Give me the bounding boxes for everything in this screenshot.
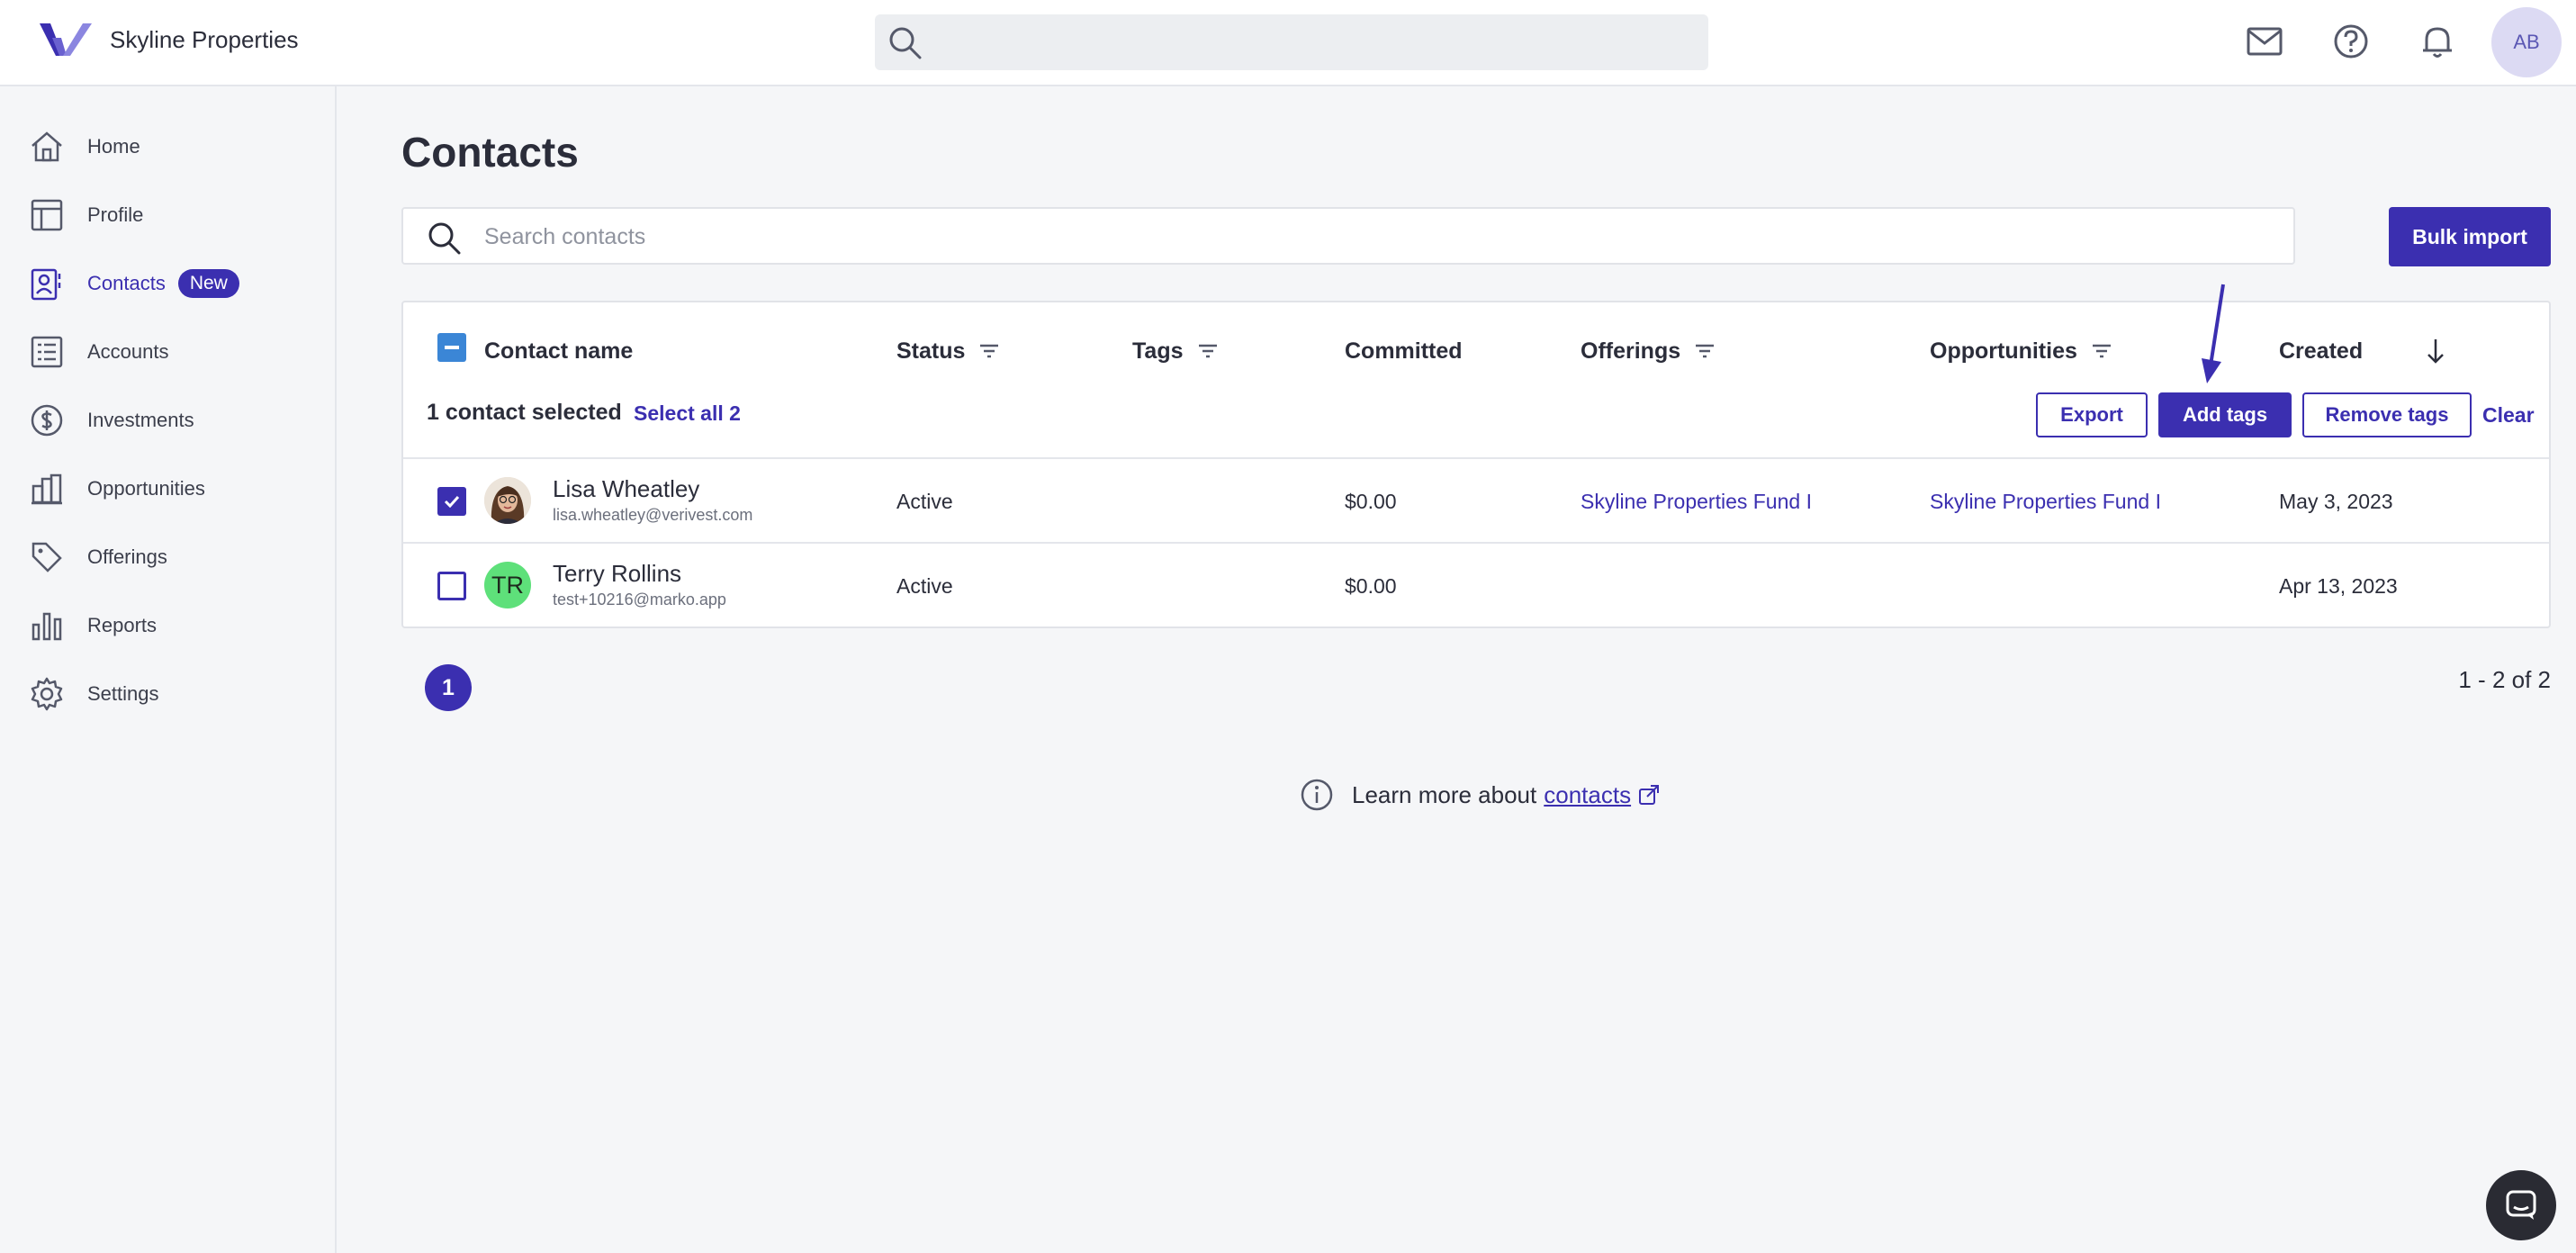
profile-icon [29, 197, 65, 233]
row-checkbox[interactable] [437, 572, 466, 600]
mail-icon[interactable] [2245, 22, 2284, 61]
sidebar-item-home[interactable]: Home [29, 124, 140, 169]
column-header-tags[interactable]: Tags [1132, 333, 1218, 369]
column-header-committed[interactable]: Committed [1345, 333, 1463, 369]
offering-link[interactable]: Skyline Properties Fund I [1581, 490, 1812, 514]
column-label: Contact name [484, 338, 634, 364]
sidebar-item-label: Offerings [87, 545, 167, 568]
chat-support-button[interactable] [2486, 1170, 2556, 1240]
learn-more-text: Learn more about [1352, 780, 1537, 808]
filter-icon[interactable] [1695, 343, 1715, 359]
external-link-icon[interactable] [1638, 784, 1660, 806]
user-avatar[interactable]: AB [2491, 7, 2562, 77]
sort-descending-icon[interactable] [2425, 337, 2446, 365]
sidebar-item-contacts[interactable]: Contacts New [29, 261, 239, 306]
brand-name: Skyline Properties [110, 25, 299, 53]
committed-cell: $0.00 [1345, 574, 1397, 598]
contact-name[interactable]: Lisa Wheatley [553, 475, 699, 503]
column-header-status[interactable]: Status [896, 333, 999, 369]
contacts-icon [29, 266, 65, 302]
help-icon[interactable] [2331, 22, 2371, 61]
table-row[interactable]: Lisa Wheatley lisa.wheatley@verivest.com… [403, 457, 2549, 542]
sidebar-item-label: Reports [87, 614, 158, 636]
sidebar-item-label: Profile [87, 203, 144, 226]
chat-icon [2505, 1189, 2537, 1221]
column-label: Opportunities [1930, 338, 2077, 364]
remove-tags-button[interactable]: Remove tags [2302, 392, 2472, 437]
table-row[interactable]: TR Terry Rollins test+10216@marko.app Ac… [403, 542, 2549, 626]
status-cell: Active [896, 490, 953, 513]
pagination-range: 1 - 2 of 2 [2458, 666, 2551, 693]
column-header-contact-name[interactable]: Contact name [484, 333, 633, 369]
page-title: Contacts [401, 129, 579, 176]
gear-icon [29, 676, 65, 712]
select-all-link[interactable]: Select all 2 [634, 401, 741, 426]
page-1-button[interactable]: 1 [425, 664, 472, 711]
new-badge: New [177, 269, 239, 298]
column-label: Committed [1345, 338, 1463, 364]
search-icon [427, 221, 463, 257]
tag-icon [29, 539, 65, 575]
select-all-checkbox[interactable] [437, 333, 466, 362]
contact-search-input[interactable] [482, 218, 2277, 256]
filter-icon[interactable] [979, 343, 999, 359]
sidebar-item-label: Contacts [87, 272, 166, 294]
sidebar-item-offerings[interactable]: Offerings [29, 535, 167, 580]
sidebar-item-label: Settings [87, 682, 159, 705]
filter-icon[interactable] [2092, 343, 2112, 359]
sidebar-item-opportunities[interactable]: Opportunities [29, 466, 205, 511]
status-cell: Active [896, 574, 953, 598]
sidebar-item-settings[interactable]: Settings [29, 672, 159, 717]
bell-icon[interactable] [2418, 22, 2457, 61]
column-header-opportunities[interactable]: Opportunities [1930, 333, 2112, 369]
selected-count: 1 contact selected [427, 400, 622, 425]
sidebar-item-label: Accounts [87, 340, 169, 363]
committed-cell: $0.00 [1345, 490, 1397, 513]
row-checkbox[interactable] [437, 487, 466, 516]
learn-more: Learn more about contacts [1300, 778, 1660, 812]
contact-name[interactable]: Terry Rollins [553, 560, 681, 588]
bulk-import-button[interactable]: Bulk import [2389, 207, 2551, 266]
contact-photo-avatar [484, 477, 531, 524]
bar-chart-icon [29, 608, 65, 644]
export-button[interactable]: Export [2036, 392, 2148, 437]
sidebar-item-label: Investments [87, 409, 194, 431]
sidebar-item-profile[interactable]: Profile [29, 193, 143, 238]
column-label: Tags [1132, 338, 1184, 364]
clear-selection-link[interactable]: Clear [2482, 403, 2535, 428]
column-label: Offerings [1581, 338, 1681, 364]
home-icon [29, 129, 65, 165]
column-header-created[interactable]: Created [2279, 333, 2363, 369]
brand[interactable]: Skyline Properties [40, 20, 299, 59]
contact-email: test+10216@marko.app [553, 590, 726, 608]
sidebar-item-label: Opportunities [87, 477, 205, 500]
info-icon [1300, 778, 1334, 812]
top-bar: Skyline Properties AB [0, 0, 2576, 86]
global-search-input[interactable] [875, 14, 1708, 70]
annotation-arrow-icon [2196, 279, 2232, 387]
column-header-offerings[interactable]: Offerings [1581, 333, 1715, 369]
opportunity-link[interactable]: Skyline Properties Fund I [1930, 490, 2161, 514]
sidebar-item-reports[interactable]: Reports [29, 603, 157, 648]
brand-logo-icon [40, 20, 92, 59]
sidebar: Home Profile Contacts New Accounts Inves… [0, 86, 337, 1253]
contact-email: lisa.wheatley@verivest.com [553, 506, 753, 524]
search-icon [887, 25, 923, 61]
add-tags-button[interactable]: Add tags [2158, 392, 2292, 437]
filter-icon[interactable] [1198, 343, 1218, 359]
column-label: Status [896, 338, 966, 364]
sidebar-item-label: Home [87, 135, 140, 158]
created-cell: May 3, 2023 [2279, 490, 2393, 513]
column-label: Created [2279, 338, 2364, 364]
contact-initials-avatar: TR [484, 562, 531, 608]
sidebar-item-investments[interactable]: Investments [29, 398, 194, 443]
created-cell: Apr 13, 2023 [2279, 574, 2398, 598]
sidebar-item-accounts[interactable]: Accounts [29, 329, 169, 374]
dollar-icon [29, 402, 65, 438]
accounts-icon [29, 334, 65, 370]
contact-search-box [401, 207, 2295, 265]
contacts-help-link[interactable]: contacts [1544, 781, 1631, 809]
building-icon [29, 471, 65, 507]
